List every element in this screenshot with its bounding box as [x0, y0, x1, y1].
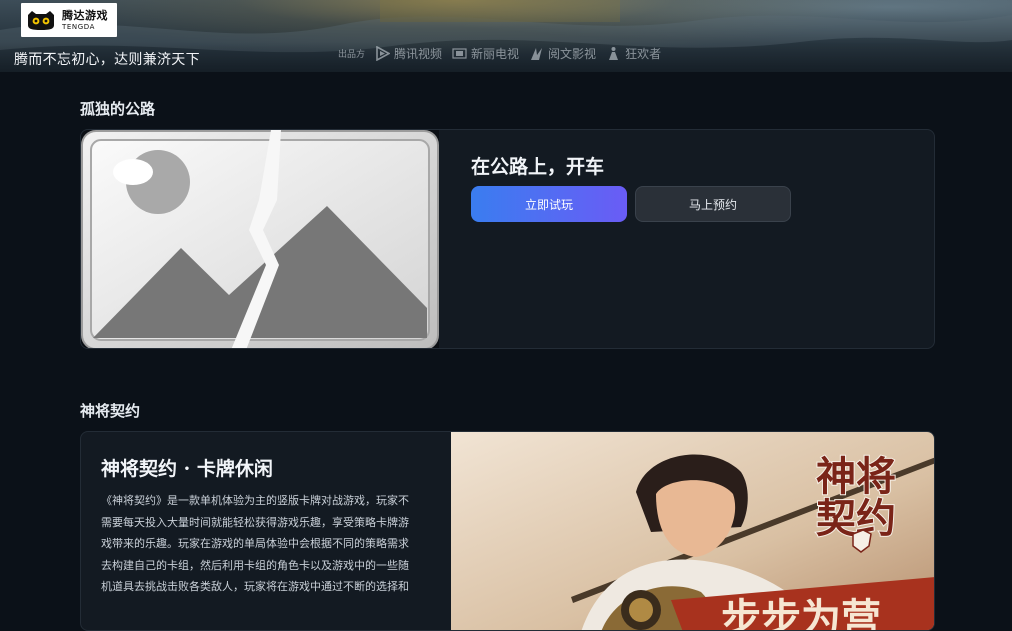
book-leaf-icon	[531, 48, 543, 60]
art-banner-text: 步步为营	[721, 595, 881, 631]
logo-english-text: TENGDA	[62, 22, 96, 31]
publisher-tencent-video: 腾讯视频	[375, 45, 442, 62]
card-title: 在公路上，开车	[471, 156, 605, 178]
tengda-logo[interactable]: 腾达游戏 TENGDA	[21, 3, 117, 37]
publisher-name: 狂欢者	[625, 47, 662, 61]
publisher-strip: 出品方 腾讯视频 新丽电视 阅文影视 狂欢者	[338, 45, 661, 62]
reserve-button[interactable]: 马上预约	[635, 186, 791, 222]
logo-chinese-text: 腾达游戏	[62, 8, 108, 22]
game-card-god-contract: 神将契约 · 卡牌休闲 《神将契约》是一款单机体验为主的竖版卡牌对战游戏，玩家不…	[80, 431, 935, 631]
publisher-kuanghuanzhe: 狂欢者	[606, 45, 661, 62]
newpage-box-icon	[452, 48, 467, 59]
broken-image-icon	[81, 130, 439, 348]
art-title-text: 神将 契约	[816, 453, 910, 542]
slogan: 腾而不忘初心，达则兼济天下	[14, 52, 200, 68]
game-description: 《神将契约》是一款单机体验为主的竖版卡牌对战游戏，玩家不需要每天投入大量时间就能…	[101, 494, 409, 593]
publisher-name: 新丽电视	[471, 47, 520, 61]
publisher-label: 出品方	[338, 50, 366, 60]
game-card-lonely-road: 在公路上，开车 立即试玩 马上预约	[80, 129, 935, 349]
play-now-button[interactable]: 立即试玩	[471, 186, 627, 222]
figure-icon	[609, 47, 619, 60]
publisher-yuewen: 阅文影视	[529, 45, 596, 62]
art-title-line1: 神将	[816, 453, 896, 500]
card-title: 神将契约 · 卡牌休闲	[101, 458, 273, 480]
publisher-name: 腾讯视频	[394, 47, 443, 61]
publisher-newclassics: 新丽电视	[452, 45, 519, 62]
publisher-name: 阅文影视	[548, 47, 597, 61]
tiger-face-icon	[28, 11, 54, 30]
play-triangle-icon	[376, 46, 391, 61]
header-banner: 腾达游戏 TENGDA 腾而不忘初心，达则兼济天下 出品方 腾讯视频 新丽电视 …	[0, 0, 1012, 72]
game-key-art[interactable]: 步步为营 神将 契约	[451, 432, 935, 631]
section-title-lonely-road: 孤独的公路	[80, 100, 156, 118]
section-title-god-contract: 神将契约	[80, 402, 141, 420]
broken-image-placeholder	[81, 130, 439, 348]
